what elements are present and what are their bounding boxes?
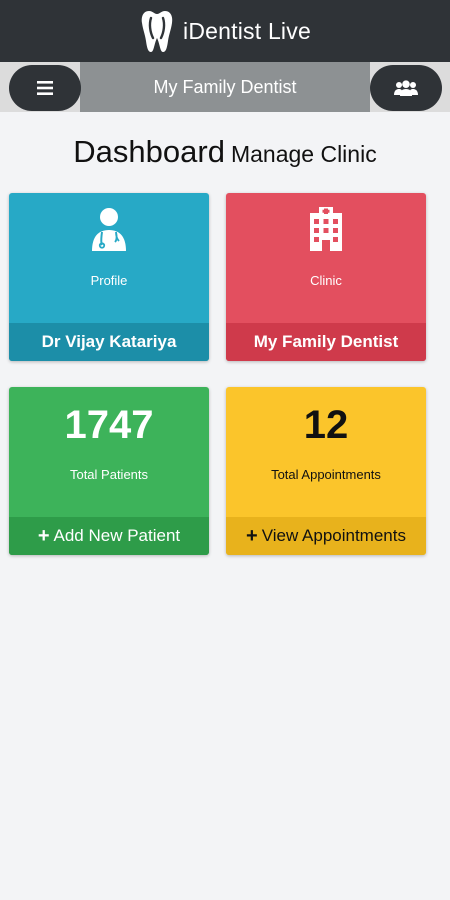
view-appointments-button[interactable]: + View Appointments	[226, 517, 426, 555]
clinic-icon-wrap	[226, 207, 426, 251]
add-new-patient-label: Add New Patient	[53, 526, 181, 545]
app-title: iDentist Live	[183, 18, 311, 45]
tooth-logo-icon	[141, 11, 173, 52]
brand: iDentist Live	[139, 8, 311, 54]
profile-caption: Profile	[90, 273, 128, 288]
users-icon	[394, 80, 418, 96]
plus-icon: +	[37, 525, 50, 547]
page-subtitle: Manage Clinic	[230, 141, 377, 167]
add-new-patient-button[interactable]: + Add New Patient	[9, 517, 209, 555]
clinic-caption: Clinic	[310, 273, 342, 288]
app-title-suffix: Live	[267, 17, 311, 44]
plus-icon: +	[246, 525, 258, 547]
menu-button[interactable]	[9, 65, 81, 111]
view-appointments-label: View Appointments	[261, 526, 406, 545]
appointments-card-body: 12 Total Appointments	[226, 387, 426, 517]
hospital-icon	[310, 207, 342, 251]
patients-card-body: 1747 Total Patients	[9, 387, 209, 517]
profile-card[interactable]: Profile Dr Vijay Katariya	[9, 193, 209, 361]
profile-doctor-name[interactable]: Dr Vijay Katariya	[9, 323, 209, 361]
total-appointments-label: Total Appointments	[271, 467, 381, 482]
clinic-card[interactable]: Clinic My Family Dentist	[226, 193, 426, 361]
header-bar: My Family Dentist	[0, 62, 450, 112]
users-button[interactable]	[370, 65, 442, 111]
profile-icon-wrap	[9, 207, 209, 251]
app-title-main: iDentist	[183, 17, 262, 44]
page-heading: Dashboard Manage Clinic	[0, 134, 450, 170]
page-title: Dashboard	[73, 134, 225, 169]
total-appointments-count: 12	[303, 403, 349, 447]
header-title: My Family Dentist	[153, 76, 297, 97]
total-patients-count: 1747	[64, 403, 154, 447]
patients-card[interactable]: 1747 Total Patients + Add New Patient	[9, 387, 209, 555]
clinic-card-body: Clinic	[226, 193, 426, 323]
appointments-card[interactable]: 12 Total Appointments + View Appointment…	[226, 387, 426, 555]
clinic-name[interactable]: My Family Dentist	[226, 323, 426, 361]
hamburger-icon	[37, 81, 53, 95]
doctor-icon	[92, 208, 126, 251]
profile-card-body: Profile	[9, 193, 209, 323]
total-patients-label: Total Patients	[69, 467, 149, 482]
header-title-band: My Family Dentist	[80, 62, 370, 112]
app-bar: iDentist Live	[0, 0, 450, 62]
